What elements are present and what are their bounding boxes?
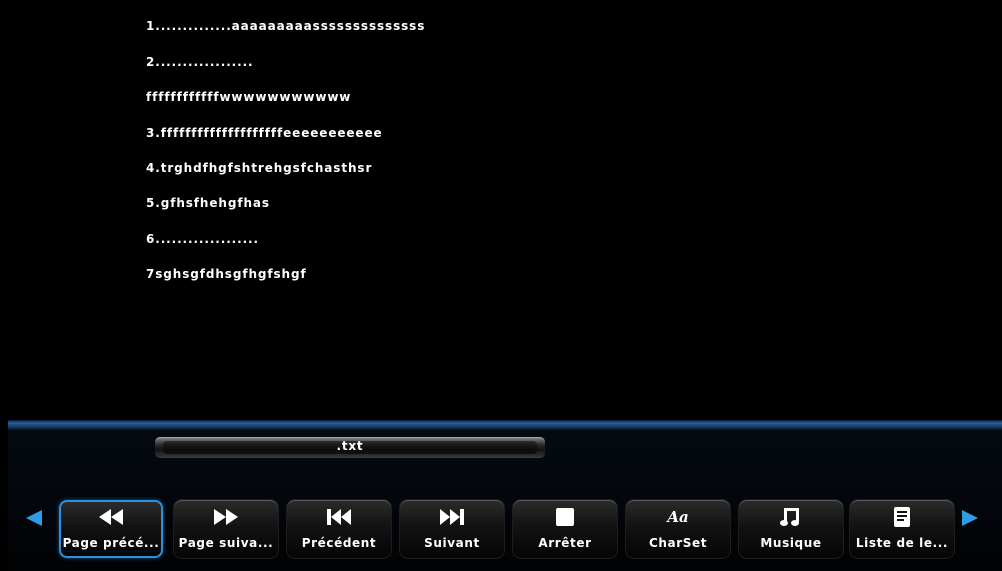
document-view (8, 8, 1002, 422)
skip-next-icon (400, 506, 504, 528)
left-arrow-icon[interactable] (26, 510, 42, 526)
music-note-icon (739, 506, 843, 528)
charset-icon: Aa (626, 506, 730, 528)
document-line: ffffffffffffwwwwwwwwwww (146, 90, 352, 104)
document-line: 2.................. (146, 55, 254, 69)
next-file-button[interactable]: Suivant (400, 500, 504, 558)
document-list-icon (850, 506, 954, 528)
music-button[interactable]: Musique (739, 500, 843, 558)
filename-bar: .txt (155, 437, 545, 458)
playlist-button[interactable]: Liste de le... (850, 500, 954, 558)
stop-icon (513, 506, 617, 528)
button-label: Précédent (301, 536, 377, 550)
document-line: 5.gfhsfhehgfhas (146, 196, 270, 210)
text-viewer-screen: 1..............aaaaaaaaassssssssssssss 2… (0, 0, 1002, 571)
document-line: 7sghsgfdhsgfhgfshgf (146, 267, 307, 281)
button-label: Musique (760, 536, 822, 550)
document-line: 4.trghdfhgfshtrehgsfchasthsr (146, 161, 373, 175)
skip-previous-icon (287, 506, 391, 528)
stop-button[interactable]: Arrêter (513, 500, 617, 558)
button-label: Page suiva... (178, 536, 274, 550)
section-divider (8, 420, 1002, 430)
charset-button[interactable]: Aa CharSet (626, 500, 730, 558)
button-label: CharSet (648, 536, 708, 550)
document-line: 3.ffffffffffffffffffffeeeeeeeeeee (146, 126, 383, 140)
previous-file-button[interactable]: Précédent (287, 500, 391, 558)
button-label: Liste de le... (855, 536, 949, 550)
fast-forward-icon (174, 506, 278, 528)
next-page-button[interactable]: Page suiva... (174, 500, 278, 558)
button-label: Suivant (424, 536, 480, 550)
rewind-icon (61, 506, 161, 528)
right-arrow-icon[interactable] (962, 510, 978, 526)
button-label: Page précé... (62, 536, 160, 550)
document-line: 1..............aaaaaaaaassssssssssssss (146, 19, 426, 33)
filename-label: .txt (336, 439, 364, 453)
button-label: Arrêter (538, 536, 592, 550)
charset-icon-text: Aa (667, 508, 689, 526)
document-line: 6................... (146, 232, 259, 246)
previous-page-button[interactable]: Page précé... (59, 500, 163, 558)
